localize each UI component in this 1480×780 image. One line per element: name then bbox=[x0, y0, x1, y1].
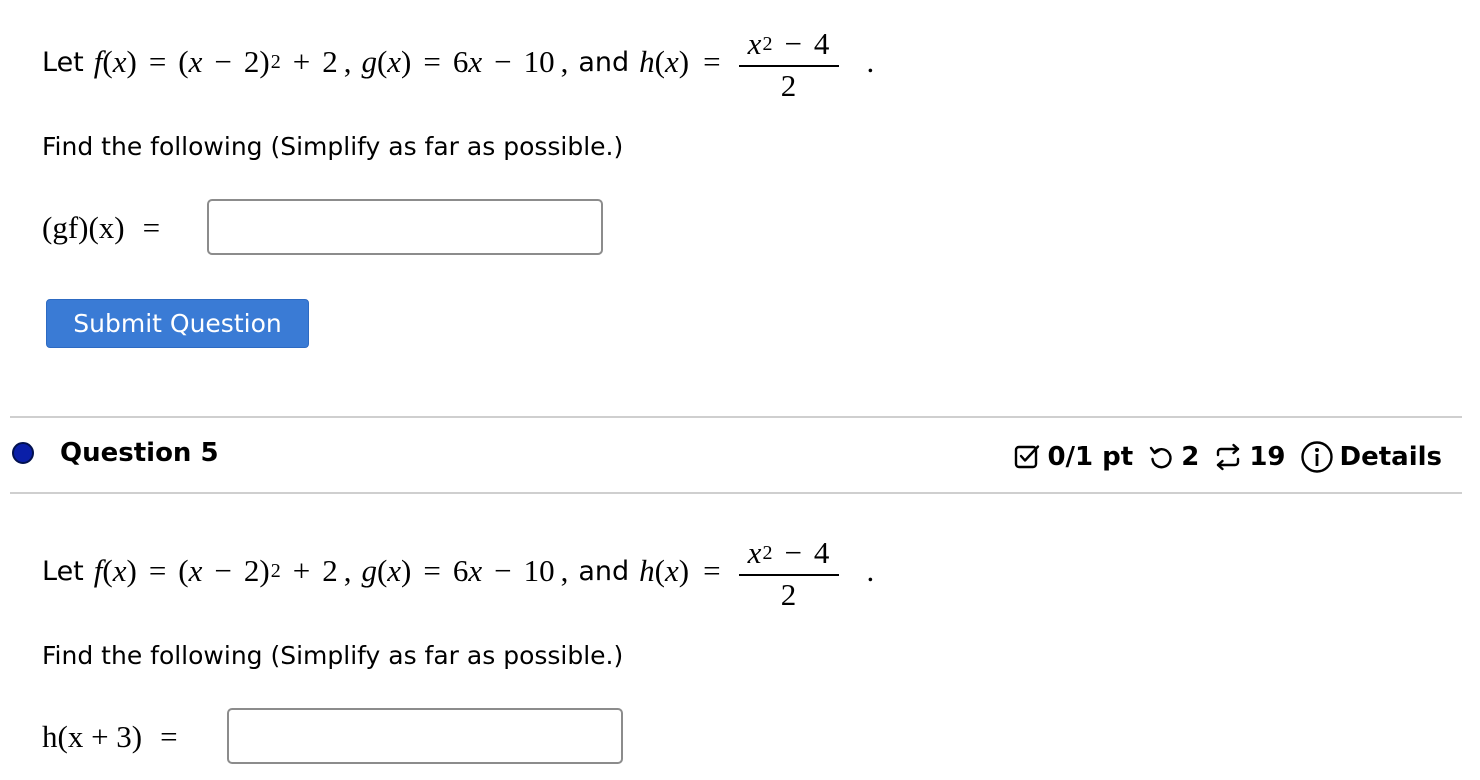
h-num-exp: 2 bbox=[762, 33, 773, 55]
problem-statement-q5: Let f(x) = (x −2) 2 +2 , g(x) = 6x −10 , a… bbox=[42, 535, 875, 612]
h-num-minus: − bbox=[784, 535, 802, 570]
f-name: f bbox=[93, 44, 103, 79]
period: . bbox=[866, 44, 875, 79]
g-coef: 6 bbox=[452, 553, 469, 588]
h-num-minus: − bbox=[784, 26, 802, 61]
retries-count: 2 bbox=[1181, 442, 1200, 472]
g-name: g bbox=[361, 553, 377, 588]
h-num-var: x bbox=[747, 26, 762, 61]
f-plus: + bbox=[292, 44, 311, 79]
problem-statement-q4: Let f(x) = (x −2) 2 +2 , g(x) = 6x −10 , a… bbox=[42, 26, 875, 103]
h-den: 2 bbox=[780, 68, 797, 103]
details-link[interactable]: Details bbox=[1340, 442, 1443, 472]
submit-question-button[interactable]: Submit Question bbox=[46, 299, 309, 348]
separator: , bbox=[343, 553, 352, 588]
f-const: 2 bbox=[322, 44, 338, 79]
answer-lhs: h(x + 3) bbox=[42, 719, 143, 754]
let-word: Let bbox=[42, 46, 84, 78]
instruction-q5: Find the following (Simplify as far as p… bbox=[42, 641, 624, 670]
and-word: and bbox=[578, 46, 630, 78]
f-base: x bbox=[188, 553, 203, 588]
answer-label-q4: (gf)(x) = bbox=[42, 204, 160, 252]
g-var: x bbox=[387, 553, 402, 588]
f-exponent: 2 bbox=[270, 559, 281, 582]
f-exponent: 2 bbox=[270, 50, 281, 73]
f-name: f bbox=[93, 553, 103, 588]
question-title: Question 5 bbox=[60, 438, 219, 468]
h-fraction: x 2−4 2 bbox=[738, 535, 839, 612]
answer-input-q5[interactable] bbox=[227, 708, 623, 764]
equals-sign: = bbox=[142, 210, 161, 245]
question-meta: 0/1 pt 2 19 Details bbox=[1013, 440, 1442, 474]
h-fraction: x 2−4 2 bbox=[738, 26, 839, 103]
equals-sign: = bbox=[160, 719, 178, 754]
attempts-count: 19 bbox=[1249, 442, 1286, 472]
separator: , bbox=[560, 44, 569, 79]
f-two: 2 bbox=[243, 44, 260, 79]
answer-lhs: (gf)(x) bbox=[42, 210, 125, 245]
f-minus: − bbox=[214, 553, 232, 588]
f-plus: + bbox=[292, 553, 311, 588]
g-var: x bbox=[387, 44, 402, 79]
g-const: 10 bbox=[523, 44, 555, 79]
period: . bbox=[866, 553, 875, 588]
h-den: 2 bbox=[780, 577, 797, 612]
score-text: 0/1 pt bbox=[1047, 442, 1134, 472]
instruction-q4: Find the following (Simplify as far as p… bbox=[42, 132, 624, 161]
h-num-const: 4 bbox=[813, 26, 830, 61]
page: Let f(x) = (x −2) 2 +2 , g(x) = 6x −10 , a… bbox=[0, 0, 1480, 780]
h-name: h bbox=[639, 44, 655, 79]
info-icon[interactable] bbox=[1300, 440, 1334, 474]
g-minus: − bbox=[494, 553, 512, 588]
separator: , bbox=[343, 44, 352, 79]
submissions-icon bbox=[1213, 443, 1243, 471]
let-word: Let bbox=[42, 555, 84, 587]
h-num-exp: 2 bbox=[762, 542, 773, 564]
f-var: x bbox=[112, 553, 127, 588]
and-word: and bbox=[578, 555, 630, 587]
separator: , bbox=[560, 553, 569, 588]
f-base: x bbox=[188, 44, 203, 79]
answer-input-q4[interactable] bbox=[207, 199, 603, 255]
f-two: 2 bbox=[243, 553, 260, 588]
g-coef: 6 bbox=[452, 44, 469, 79]
status-dot-icon bbox=[12, 442, 34, 464]
f-minus: − bbox=[214, 44, 232, 79]
g-name: g bbox=[361, 44, 377, 79]
f-var: x bbox=[112, 44, 127, 79]
divider-bottom bbox=[10, 492, 1462, 494]
retry-icon bbox=[1147, 443, 1175, 471]
f-const: 2 bbox=[322, 553, 338, 588]
h-num-const: 4 bbox=[813, 535, 830, 570]
g-minus: − bbox=[494, 44, 512, 79]
h-num-var: x bbox=[747, 535, 762, 570]
checkbox-icon bbox=[1013, 443, 1041, 471]
h-var: x bbox=[664, 44, 679, 79]
h-name: h bbox=[639, 553, 655, 588]
g-const: 10 bbox=[523, 553, 555, 588]
h-var: x bbox=[664, 553, 679, 588]
question-header: Question 5 0/1 pt 2 19 Details bbox=[10, 418, 1462, 492]
answer-label-q5: h(x + 3) = bbox=[42, 713, 178, 761]
